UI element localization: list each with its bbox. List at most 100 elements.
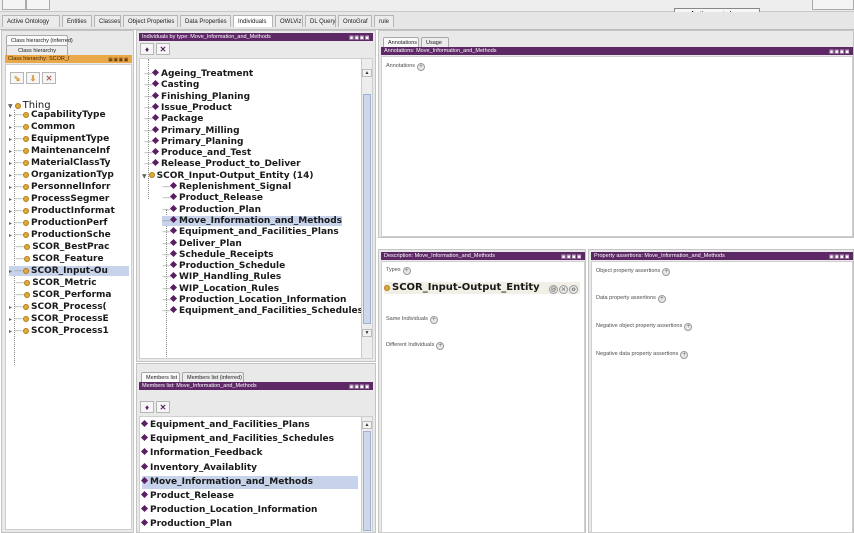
tree-node-individual[interactable]: — Replenishment_Signal: [162, 181, 291, 192]
list-item-individual[interactable]: Production_Plan: [140, 518, 358, 531]
tree-node-individual[interactable]: — Primary_Milling: [144, 125, 240, 136]
delete-individual-icon[interactable]: ✕: [156, 43, 170, 55]
tab-data-properties[interactable]: Data Properties: [180, 15, 231, 27]
list-item-individual[interactable]: Production_Location_Information: [140, 504, 358, 517]
tree-node-class-group[interactable]: ▼ SCOR_Input-Output_Entity (14): [142, 171, 313, 181]
delete-member-icon[interactable]: ✕: [156, 401, 170, 413]
delete-class-icon[interactable]: ✕: [42, 72, 56, 84]
add-negative-data-property-icon[interactable]: +: [680, 351, 689, 359]
tree-node-individual[interactable]: — Production_Schedule: [162, 261, 285, 271]
expand-icon[interactable]: ▸: [9, 220, 12, 227]
tree-node-individual[interactable]: — WIP_Handling_Rules: [162, 272, 281, 282]
add-annotation-icon[interactable]: +: [417, 63, 426, 71]
add-data-property-icon[interactable]: +: [657, 295, 666, 303]
list-item-individual[interactable]: Product_Release: [140, 490, 358, 503]
edit-type-icon[interactable]: o: [569, 285, 578, 294]
tab-dl-query[interactable]: DL Query: [305, 15, 336, 27]
add-same-individual-icon[interactable]: +: [429, 316, 438, 324]
tree-node-individual[interactable]: — Production_Location_Information: [162, 294, 346, 305]
tree-node-class[interactable]: — SCOR_Metric: [9, 278, 129, 288]
expand-icon[interactable]: ▸: [9, 112, 12, 119]
tab-object-properties[interactable]: Object Properties: [123, 15, 178, 27]
add-negative-object-property-icon[interactable]: +: [684, 323, 693, 331]
tree-node-class[interactable]: ▸ — ProductionSche: [9, 230, 129, 240]
tab-class-hierarchy[interactable]: Class hierarchy: [6, 45, 68, 55]
tree-node-individual[interactable]: — WIP_Location_Rules: [162, 283, 279, 294]
tree-node-class[interactable]: ▸ — CapabilityType: [9, 110, 129, 120]
add-member-icon[interactable]: ♦: [140, 401, 154, 413]
collapse-icon[interactable]: ▼: [142, 173, 147, 180]
type-entry[interactable]: SCOR_Input-Output_Entity @ × o: [384, 282, 580, 294]
tab-classes[interactable]: Classes: [94, 15, 121, 27]
list-item-individual[interactable]: Move_Information_and_Methods: [140, 475, 358, 489]
tree-node-class[interactable]: ▸ — SCOR_ProcessE: [9, 314, 129, 324]
expand-icon[interactable]: ▸: [9, 148, 12, 155]
view-controls-icon[interactable]: ▣▣▣▣: [349, 383, 370, 390]
add-individual-icon[interactable]: ♦: [140, 43, 154, 55]
tree-node-class[interactable]: ▸ — PersonnelInforr: [9, 182, 129, 192]
view-controls-icon[interactable]: ▣▣▣▣: [829, 48, 850, 55]
tree-node-class[interactable]: ▸ — Common: [9, 122, 129, 132]
scroll-down-arrow[interactable]: ▼: [362, 329, 372, 337]
back-button[interactable]: [2, 0, 26, 10]
tree-node-individual[interactable]: — Produce_and_Test: [144, 148, 251, 158]
expand-icon[interactable]: ▸: [9, 184, 12, 191]
tree-node-class[interactable]: ▸ — ProductionPerf: [9, 218, 129, 228]
view-controls-icon[interactable]: ▣▣▣▣: [108, 56, 129, 63]
collapse-icon[interactable]: ▼: [8, 103, 13, 110]
list-item-individual[interactable]: Equipment_and_Facilities_Plans: [140, 419, 358, 432]
search-box[interactable]: [812, 0, 854, 10]
expand-icon[interactable]: ▸: [9, 316, 12, 323]
expand-icon[interactable]: ▸: [9, 208, 12, 215]
expand-icon[interactable]: ▸: [9, 268, 12, 275]
tree-node-class[interactable]: ▸ — OrganizationTyp: [9, 170, 129, 180]
tab-members-list-inferred[interactable]: Members list (inferred): [182, 372, 244, 382]
forward-button[interactable]: [26, 0, 50, 10]
add-subclass-icon[interactable]: ⇘: [10, 72, 24, 84]
tree-node-individual[interactable]: — Deliver_Plan: [162, 238, 242, 249]
tab-owlviz[interactable]: OWLViz: [275, 15, 303, 27]
tree-node-individual[interactable]: — Issue_Product: [144, 102, 232, 113]
members-scrollbar[interactable]: ▲: [361, 417, 372, 532]
expand-icon[interactable]: ▸: [9, 136, 12, 143]
tab-entities[interactable]: Entities: [62, 15, 92, 27]
tab-annotations[interactable]: Annotations: [383, 37, 419, 47]
tree-node-individual[interactable]: — Finishing_Planing: [144, 91, 250, 102]
scroll-up-arrow[interactable]: ▲: [362, 69, 372, 77]
add-different-individual-icon[interactable]: +: [436, 342, 445, 350]
view-controls-icon[interactable]: ▣▣▣▣: [829, 253, 850, 260]
expand-icon[interactable]: ▸: [9, 160, 12, 167]
tab-class-hierarchy-inferred[interactable]: Class hierarchy (inferred): [6, 35, 73, 45]
tree-node-individual[interactable]: — Casting: [144, 80, 199, 90]
add-object-property-icon[interactable]: +: [662, 268, 671, 276]
tree-node-individual[interactable]: — Production_Plan: [162, 204, 261, 215]
expand-icon[interactable]: ▸: [9, 124, 12, 131]
tree-node-individual[interactable]: — Equipment_and_Facilities_Schedules: [162, 306, 363, 316]
scroll-thumb[interactable]: [363, 94, 371, 324]
add-type-icon[interactable]: +: [402, 267, 411, 275]
tree-node-individual[interactable]: — Move_Information_and_Methods: [162, 215, 343, 226]
view-controls-icon[interactable]: ▣▣▣▣: [561, 253, 582, 260]
tree-node-class[interactable]: ▸ — MaterialClassTy: [9, 158, 129, 168]
tree-node-class[interactable]: ▸ — EquipmentType: [9, 134, 129, 144]
tree-node-individual[interactable]: — Equipment_and_Facilities_Plans: [162, 227, 339, 237]
tree-node-class[interactable]: — SCOR_Feature: [9, 254, 129, 264]
tree-node-class[interactable]: ▸ — ProductInformat: [9, 206, 129, 216]
list-item-individual[interactable]: Inventory_Availablity: [140, 462, 358, 475]
tree-node-individual[interactable]: — Ageing_Treatment: [144, 68, 253, 79]
tab-rule[interactable]: rule: [374, 15, 394, 27]
expand-icon[interactable]: ▸: [9, 232, 12, 239]
tree-node-class[interactable]: ▸ — SCOR_Input-Ou: [9, 266, 129, 276]
add-sibling-icon[interactable]: ⇓: [26, 72, 40, 84]
tree-node-individual[interactable]: — Primary_Planing: [144, 136, 243, 147]
list-item-individual[interactable]: Equipment_and_Facilities_Schedules: [140, 433, 358, 446]
expand-icon[interactable]: ▸: [9, 328, 12, 335]
annotate-icon[interactable]: @: [549, 285, 558, 294]
list-item-individual[interactable]: Information_Feedback: [140, 447, 358, 460]
tab-usage[interactable]: Usage: [421, 37, 449, 47]
tree-node-class[interactable]: ▸ — SCOR_Process(: [9, 302, 129, 312]
tree-node-class[interactable]: ▸ — MaintenanceInf: [9, 146, 129, 156]
view-controls-icon[interactable]: ▣▣▣▣: [349, 34, 370, 41]
tree-node-class[interactable]: ▸ — ProcessSegmer: [9, 194, 129, 204]
tree-node-class[interactable]: — SCOR_Performa: [9, 290, 129, 300]
